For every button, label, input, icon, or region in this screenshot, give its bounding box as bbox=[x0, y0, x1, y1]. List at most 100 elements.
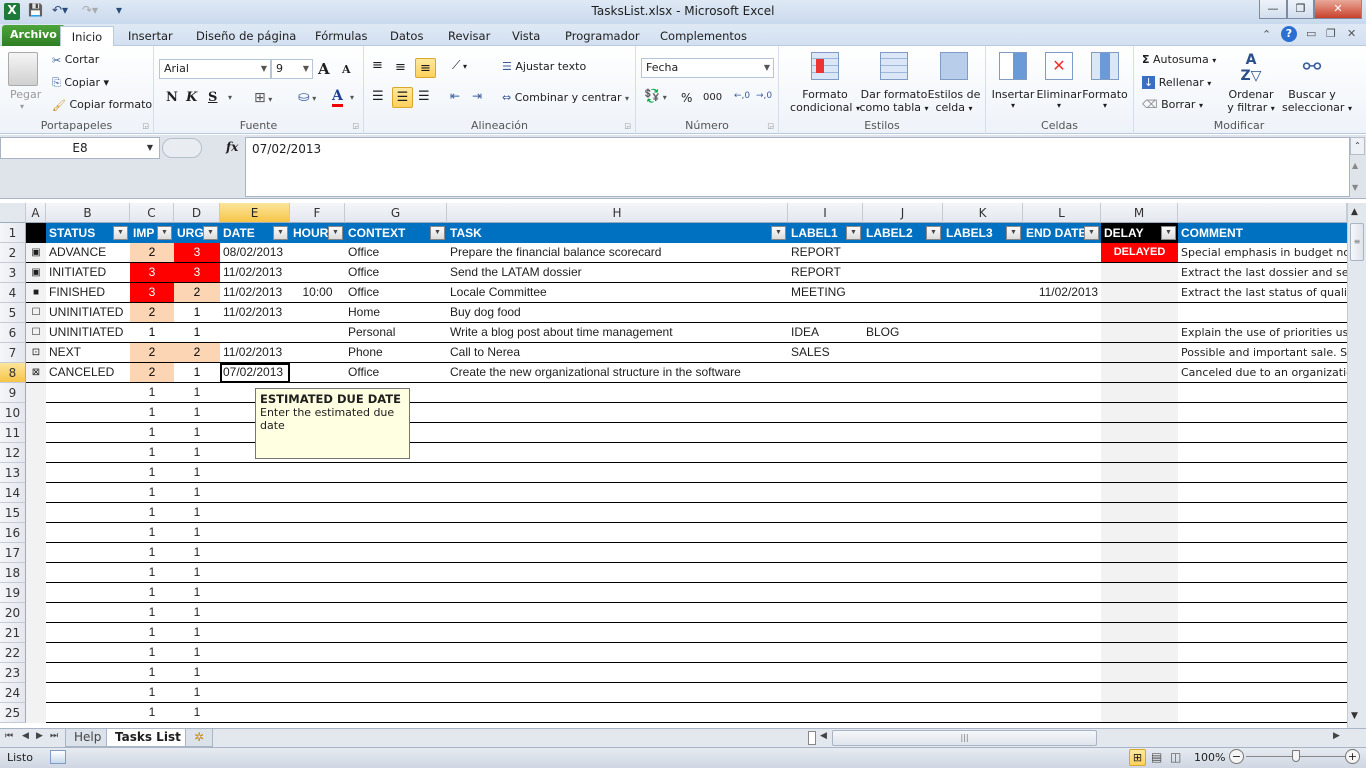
cell-date[interactable]: 08/02/2013 bbox=[220, 243, 290, 263]
filter-dropdown-icon[interactable]: ▼ bbox=[328, 226, 343, 240]
cell-a[interactable] bbox=[26, 503, 46, 523]
cell-imp[interactable]: 2 bbox=[130, 303, 174, 323]
fill-button[interactable]: ↓ Rellenar ▾ bbox=[1142, 76, 1211, 89]
cell-comment[interactable] bbox=[1178, 423, 1347, 443]
cell-comment[interactable] bbox=[1178, 403, 1347, 423]
cell-comment[interactable] bbox=[1178, 623, 1347, 643]
row-header[interactable]: 11 bbox=[0, 423, 26, 443]
cell-imp[interactable]: 3 bbox=[130, 283, 174, 303]
row-header[interactable]: 25 bbox=[0, 703, 26, 723]
cell-urg[interactable]: 1 bbox=[174, 703, 220, 723]
column-header-g[interactable]: G bbox=[345, 203, 447, 223]
cell-empty-span[interactable] bbox=[220, 563, 1101, 583]
name-box[interactable]: E8 ▼ bbox=[0, 137, 160, 159]
filter-dropdown-icon[interactable]: ▼ bbox=[157, 226, 172, 240]
cell-comment[interactable] bbox=[1178, 603, 1347, 623]
cell-a[interactable] bbox=[26, 383, 46, 403]
cell-comment[interactable] bbox=[1178, 463, 1347, 483]
cell-urg[interactable]: 1 bbox=[174, 423, 220, 443]
cell-context[interactable]: Personal bbox=[345, 323, 447, 343]
cell-comment[interactable] bbox=[1178, 483, 1347, 503]
fill-color-button[interactable]: ⛀ ▾ bbox=[298, 89, 316, 105]
cell-label2[interactable] bbox=[863, 283, 943, 303]
format-painter-button[interactable]: 🖌 Copiar formato bbox=[52, 98, 152, 112]
cell-label3[interactable] bbox=[943, 303, 1023, 323]
cell-status[interactable] bbox=[46, 403, 130, 423]
cell-label2[interactable] bbox=[863, 363, 943, 383]
cell-delay[interactable] bbox=[1101, 443, 1178, 463]
cell-empty-span[interactable] bbox=[220, 583, 1101, 603]
cell-status[interactable]: NEXT bbox=[46, 343, 130, 363]
cell-comment[interactable] bbox=[1178, 703, 1347, 723]
formula-scroll-up-icon[interactable]: ▲ bbox=[1352, 161, 1358, 170]
cell-urg[interactable]: 1 bbox=[174, 663, 220, 683]
increase-indent-button[interactable]: ⇥ bbox=[472, 89, 482, 103]
formula-bar-resize-handle[interactable] bbox=[162, 138, 202, 158]
cell-delay[interactable] bbox=[1101, 303, 1178, 323]
cell-label2[interactable] bbox=[863, 243, 943, 263]
cell-empty-span[interactable] bbox=[220, 543, 1101, 563]
cell-status[interactable] bbox=[46, 563, 130, 583]
cell-task[interactable]: Write a blog post about time management bbox=[447, 323, 788, 343]
horizontal-scroll-thumb[interactable]: ||| bbox=[832, 730, 1097, 746]
cell-status[interactable] bbox=[46, 643, 130, 663]
cell-urg[interactable]: 1 bbox=[174, 623, 220, 643]
column-header-d[interactable]: D bbox=[174, 203, 220, 223]
row-header[interactable]: 20 bbox=[0, 603, 26, 623]
cell-comment[interactable] bbox=[1178, 583, 1347, 603]
cell-delay[interactable] bbox=[1101, 323, 1178, 343]
font-color-button[interactable]: A bbox=[332, 88, 343, 107]
font-color-dropdown-icon[interactable]: ▾ bbox=[350, 93, 354, 102]
cell-delay[interactable] bbox=[1101, 483, 1178, 503]
format-as-table-button[interactable]: Dar formato como tabla ▾ bbox=[859, 52, 929, 114]
cell-label3[interactable] bbox=[943, 323, 1023, 343]
column-header-k[interactable]: K bbox=[943, 203, 1023, 223]
row-header[interactable]: 23 bbox=[0, 663, 26, 683]
sheet-tab-tasks-list[interactable]: Tasks List bbox=[106, 729, 190, 747]
filter-dropdown-icon[interactable]: ▼ bbox=[113, 226, 128, 240]
spreadsheet-grid[interactable]: ABCDEFGHIJKLM 1 STATUS ▼ IMP ▼ URG ▼ DATE ▼ HOUR ▼… bbox=[0, 203, 1347, 723]
scroll-left-arrow-icon[interactable]: ◀ bbox=[820, 731, 827, 741]
insert-cells-button[interactable]: Insertar ▾ bbox=[990, 52, 1036, 110]
cell-hour[interactable] bbox=[290, 343, 345, 363]
column-header-i[interactable]: I bbox=[788, 203, 863, 223]
cell-label3[interactable] bbox=[943, 363, 1023, 383]
column-header-n[interactable] bbox=[1178, 203, 1347, 223]
zoom-slider-thumb[interactable] bbox=[1292, 750, 1300, 762]
cell-imp[interactable]: 1 bbox=[130, 583, 174, 603]
cell-empty-span[interactable] bbox=[220, 663, 1101, 683]
cell-comment[interactable] bbox=[1178, 383, 1347, 403]
cell-urg[interactable]: 1 bbox=[174, 323, 220, 343]
cell-delay[interactable] bbox=[1101, 423, 1178, 443]
cell-task[interactable]: Create the new organizational structure … bbox=[447, 363, 788, 383]
cell-empty-span[interactable] bbox=[220, 483, 1101, 503]
vertical-scroll-thumb[interactable]: ≡ bbox=[1350, 223, 1364, 261]
cell-end-date[interactable] bbox=[1023, 243, 1101, 263]
dialog-launcher-icon[interactable]: ◲ bbox=[624, 122, 631, 130]
filter-dropdown-icon[interactable]: ▼ bbox=[846, 226, 861, 240]
cell-a[interactable] bbox=[26, 603, 46, 623]
find-select-button[interactable]: ⚯ Buscar y seleccionar ▾ bbox=[1282, 52, 1352, 114]
delete-cells-button[interactable]: ✕ Eliminar ▾ bbox=[1036, 52, 1082, 110]
filter-dropdown-icon[interactable]: ▼ bbox=[1006, 226, 1021, 240]
cell-a[interactable] bbox=[26, 583, 46, 603]
tab-complementos[interactable]: Complementos bbox=[652, 26, 755, 46]
cell-delay[interactable] bbox=[1101, 523, 1178, 543]
cell-context[interactable]: Home bbox=[345, 303, 447, 323]
cell-imp[interactable]: 1 bbox=[130, 383, 174, 403]
conditional-format-button[interactable]: Formato condicional ▾ bbox=[787, 52, 863, 114]
cell-delay[interactable] bbox=[1101, 283, 1178, 303]
thousands-button[interactable]: 000 bbox=[703, 92, 722, 103]
formula-scroll-down-icon[interactable]: ▼ bbox=[1352, 183, 1358, 192]
zoom-level[interactable]: 100% bbox=[1194, 751, 1225, 764]
cell-comment[interactable]: Explain the use of priorities us bbox=[1178, 323, 1347, 343]
close-button[interactable]: ✕ bbox=[1314, 0, 1362, 19]
cell-styles-button[interactable]: Estilos de celda ▾ bbox=[927, 52, 981, 114]
column-header-j[interactable]: J bbox=[863, 203, 943, 223]
row-header[interactable]: 12 bbox=[0, 443, 26, 463]
column-header-f[interactable]: F bbox=[290, 203, 345, 223]
cell-delay[interactable] bbox=[1101, 623, 1178, 643]
cell-a[interactable] bbox=[26, 463, 46, 483]
cell-date[interactable]: 11/02/2013 bbox=[220, 303, 290, 323]
cell-label3[interactable] bbox=[943, 243, 1023, 263]
